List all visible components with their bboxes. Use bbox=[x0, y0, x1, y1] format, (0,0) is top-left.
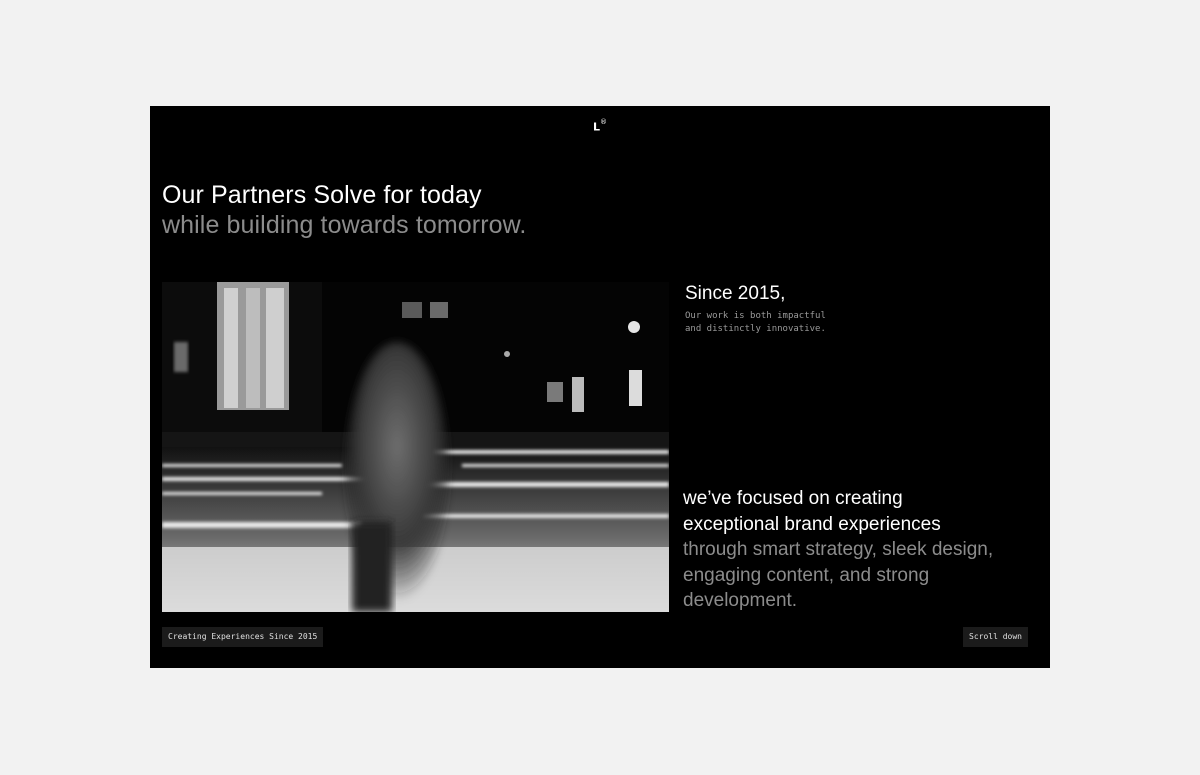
since-subtitle-line: Our work is both impactful bbox=[685, 311, 826, 321]
focus-muted-line: development. bbox=[683, 590, 798, 611]
page-headline: Our Partners Solve for today while build… bbox=[162, 180, 526, 240]
headline-line-2: while building towards tomorrow. bbox=[162, 211, 527, 239]
since-subtitle-line: and distinctly innovative. bbox=[685, 324, 826, 334]
focus-highlight-line: we’ve focused on creating bbox=[683, 488, 903, 509]
focus-highlight-line: exceptional brand experiences bbox=[683, 513, 941, 535]
focus-muted-line: engaging content, and strong bbox=[683, 564, 930, 586]
focus-statement: we’ve focused on creating exceptional br… bbox=[683, 486, 1043, 614]
scroll-down-button[interactable]: Scroll down bbox=[963, 627, 1028, 647]
brand-logo[interactable]: L® bbox=[593, 118, 608, 134]
city-street-photo bbox=[162, 282, 669, 612]
registered-mark: ® bbox=[600, 118, 608, 126]
since-title: Since 2015, bbox=[685, 283, 786, 304]
headline-line-1: Our Partners Solve for today bbox=[162, 181, 482, 209]
hero-section: L® Our Partners Solve for today while bu… bbox=[150, 106, 1050, 668]
focus-muted-line: through smart strategy, sleek design, bbox=[683, 539, 994, 560]
logo-letter: L bbox=[593, 120, 601, 134]
since-subtitle: Our work is both impactful and distinctl… bbox=[685, 310, 826, 336]
since-2015-tag: Creating Experiences Since 2015 bbox=[162, 627, 324, 647]
